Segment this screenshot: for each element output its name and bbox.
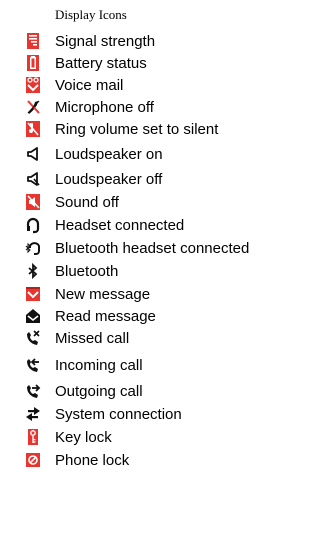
incoming-call-icon bbox=[25, 356, 41, 374]
list-item-label: Ring volume set to silent bbox=[55, 121, 219, 138]
list-item: Microphone off bbox=[0, 98, 298, 118]
loudspeaker-on-icon bbox=[25, 145, 41, 163]
list-item: Read message bbox=[0, 307, 298, 327]
list-item: Phone lock bbox=[0, 451, 298, 471]
list-item-label: Microphone off bbox=[55, 99, 154, 116]
phone-lock-icon bbox=[25, 451, 41, 469]
list-item: System connection bbox=[0, 405, 298, 425]
voice-mail-icon bbox=[25, 76, 41, 94]
list-item: Bluetooth bbox=[0, 262, 298, 282]
list-item-label: Outgoing call bbox=[55, 383, 143, 400]
outgoing-call-icon bbox=[25, 382, 41, 400]
list-item-label: Sound off bbox=[55, 194, 119, 211]
system-connection-icon bbox=[25, 405, 41, 423]
signal-strength-icon bbox=[25, 32, 41, 50]
list-item-label: Headset connected bbox=[55, 217, 185, 234]
list-item: Loudspeaker on bbox=[0, 145, 298, 165]
loudspeaker-off-icon bbox=[25, 170, 41, 188]
list-item: Key lock bbox=[0, 428, 298, 448]
list-item: Signal strength bbox=[0, 32, 298, 52]
list-item-label: New message bbox=[55, 286, 151, 303]
list-item-label: Bluetooth headset connected bbox=[55, 240, 250, 257]
missed-call-icon bbox=[25, 329, 41, 347]
bluetooth-icon bbox=[25, 262, 41, 280]
list-item: Ring volume set to silent bbox=[0, 120, 298, 140]
bluetooth-headset-icon bbox=[25, 239, 41, 257]
new-message-icon bbox=[25, 285, 41, 303]
list-item: Battery status bbox=[0, 54, 298, 74]
icon-list: Signal strength Battery status Voice mai… bbox=[0, 0, 298, 557]
list-item: Voice mail bbox=[0, 76, 298, 96]
list-item-label: Key lock bbox=[55, 429, 112, 446]
microphone-off-icon bbox=[25, 98, 41, 116]
list-item-label: Incoming call bbox=[55, 357, 143, 374]
list-item: Bluetooth headset connected bbox=[0, 239, 298, 259]
list-item: Headset connected bbox=[0, 216, 298, 236]
list-item-label: Missed call bbox=[55, 330, 130, 347]
list-item: Incoming call bbox=[0, 356, 298, 376]
list-item-label: Read message bbox=[55, 308, 156, 325]
list-item-label: System connection bbox=[55, 406, 182, 423]
list-item-label: Bluetooth bbox=[55, 263, 119, 280]
list-item: Loudspeaker off bbox=[0, 170, 298, 190]
read-message-icon bbox=[25, 307, 41, 325]
list-item: Missed call bbox=[0, 329, 298, 349]
key-lock-icon bbox=[25, 428, 41, 446]
ring-silent-icon bbox=[25, 120, 41, 138]
list-item-label: Loudspeaker on bbox=[55, 146, 163, 163]
sound-off-icon bbox=[25, 193, 41, 211]
list-item-label: Loudspeaker off bbox=[55, 171, 163, 188]
list-item-label: Signal strength bbox=[55, 33, 156, 50]
headset-icon bbox=[25, 216, 41, 234]
list-item-label: Voice mail bbox=[55, 77, 124, 94]
battery-status-icon bbox=[25, 54, 41, 72]
list-item: New message bbox=[0, 285, 298, 305]
list-item: Sound off bbox=[0, 193, 298, 213]
list-item-label: Phone lock bbox=[55, 452, 130, 469]
list-item: Outgoing call bbox=[0, 382, 298, 402]
list-item-label: Battery status bbox=[55, 55, 147, 72]
